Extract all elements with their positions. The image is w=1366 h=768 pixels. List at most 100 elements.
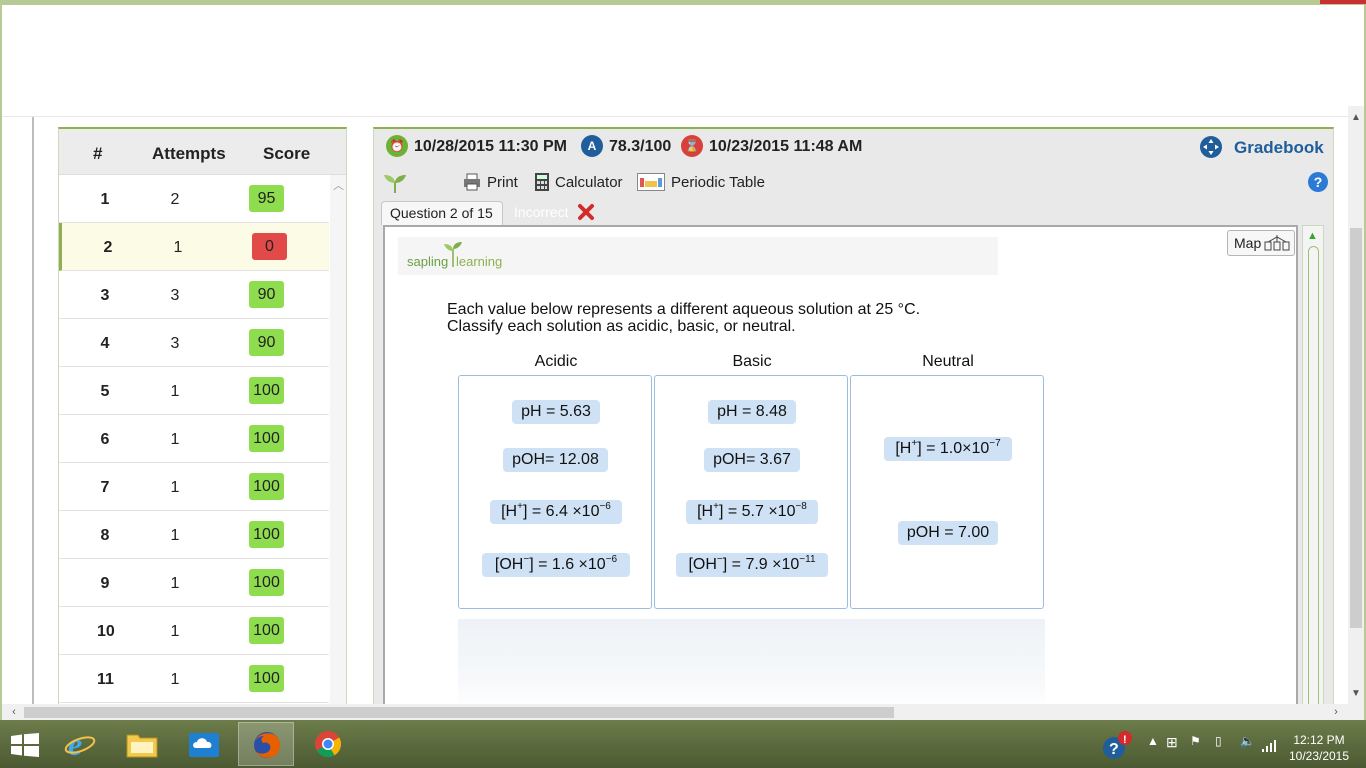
periodic-table-button[interactable]: Periodic Table <box>671 174 765 191</box>
chip-value: ] = 5.7 ×10 <box>718 503 796 520</box>
chip-text: [OH <box>494 556 524 573</box>
map-icon <box>1264 235 1290 251</box>
prompt-line-2: Classify each solution as acidic, basic,… <box>447 318 796 335</box>
gradebook-link[interactable]: Gradebook <box>1234 138 1324 158</box>
map-button[interactable]: Map <box>1227 230 1295 256</box>
chip-acidic-h[interactable]: [H+] = 6.4 ×10−6 <box>490 500 622 524</box>
taskbar-clock[interactable]: 12:12 PM 10/23/2015 <box>1286 732 1352 764</box>
score-row[interactable]: 8 1 100 <box>59 511 329 559</box>
chip-value: ] = 1.6 ×10 <box>529 556 606 573</box>
help-icon[interactable]: ? <box>1308 172 1328 192</box>
battery-icon[interactable]: ▯ <box>1215 734 1222 748</box>
score-badge: 90 <box>249 281 284 308</box>
scroll-up-icon[interactable]: ▲ <box>1307 230 1318 242</box>
vertical-scroll-thumb[interactable] <box>1350 228 1362 628</box>
score-badge: 95 <box>249 185 284 212</box>
horizontal-scroll-thumb[interactable] <box>24 707 894 718</box>
periodic-table-icon[interactable] <box>637 173 665 191</box>
grade-value: 78.3/100 <box>609 138 672 155</box>
header-attempts: Attempts <box>152 144 226 163</box>
score-row[interactable]: 7 1 100 <box>59 463 329 511</box>
chip-basic-poh[interactable]: pOH= 3.67 <box>704 448 800 472</box>
chip-basic-oh[interactable]: [OH−] = 7.9 ×10−11 <box>676 553 828 577</box>
score-badge: 100 <box>249 473 284 500</box>
chip-basic-h[interactable]: [H+] = 5.7 ×10−8 <box>686 500 818 524</box>
chip-value: ] = 6.4 ×10 <box>522 503 600 520</box>
attempts-count: 3 <box>170 335 180 352</box>
acidic-bin[interactable]: pH = 5.63 pOH= 12.08 [H+] = 6.4 ×10−6 [O… <box>458 375 652 609</box>
question-scrollbar[interactable]: ▲ <box>1302 225 1324 704</box>
volume-icon[interactable]: 🔈 <box>1240 734 1255 748</box>
tray-windows-icon[interactable]: ⊞ <box>1166 734 1178 751</box>
calculator-button[interactable]: Calculator <box>555 174 623 191</box>
header-score: Score <box>263 144 311 163</box>
svg-text:!: ! <box>1123 734 1127 746</box>
chip-neutral-h[interactable]: [H+] = 1.0×10−7 <box>884 437 1012 461</box>
notification-help-icon[interactable]: ? ! <box>1100 730 1134 760</box>
alarm-clock-icon: ⏰ <box>386 135 408 157</box>
score-row[interactable]: 1 2 95 <box>59 175 329 223</box>
chip-neutral-poh[interactable]: pOH = 7.00 <box>898 521 998 545</box>
attempts-count: 1 <box>170 623 180 640</box>
internet-explorer-icon: e <box>64 729 96 759</box>
flag-icon[interactable]: ⚑ <box>1190 734 1201 748</box>
printer-icon[interactable] <box>462 172 482 192</box>
attempts-count: 1 <box>170 431 180 448</box>
score-row[interactable]: 2 1 0 <box>59 223 329 271</box>
score-row[interactable]: 10 1 100 <box>59 607 329 655</box>
taskbar-firefox[interactable] <box>238 722 294 766</box>
chip-text: [H <box>697 503 714 520</box>
toolbar: Print Calculator Periodic Table ? <box>374 169 1333 197</box>
calculator-icon[interactable] <box>534 172 550 192</box>
vertical-scrollbar[interactable]: ▲ ▼ <box>1348 106 1364 704</box>
last-date: 10/23/2015 11:48 AM <box>709 138 863 155</box>
page-content: # Attempts Score 1 2 95 2 1 0 3 3 90 4 3 90 5 1 100 6 1 1… <box>2 117 1348 704</box>
chip-exponent: −11 <box>799 554 816 565</box>
scroll-down-arrow-icon[interactable]: ▼ <box>1348 686 1364 702</box>
chip-acidic-ph[interactable]: pH = 5.63 <box>512 400 600 424</box>
score-row[interactable]: 9 1 100 <box>59 559 329 607</box>
score-row[interactable]: 3 3 90 <box>59 271 329 319</box>
chip-acidic-oh[interactable]: [OH−] = 1.6 ×10−6 <box>482 553 630 577</box>
question-number: 5 <box>100 383 110 400</box>
network-signal-icon[interactable] <box>1262 738 1280 752</box>
scroll-left-arrow-icon[interactable]: ‹ <box>6 704 22 720</box>
chip-acidic-poh[interactable]: pOH= 12.08 <box>503 448 608 472</box>
horizontal-scrollbar[interactable]: ‹ › <box>2 704 1348 720</box>
attempts-count: 1 <box>170 527 180 544</box>
print-button[interactable]: Print <box>487 174 518 191</box>
sapling-wordmark-1: sapling <box>407 254 449 269</box>
answer-pool[interactable] <box>458 619 1045 704</box>
chip-basic-ph[interactable]: pH = 8.48 <box>708 400 796 424</box>
score-scrollbar[interactable]: ︿ <box>330 175 346 704</box>
score-badge: 100 <box>249 425 284 452</box>
taskbar-chrome[interactable] <box>300 722 356 766</box>
score-row[interactable]: 5 1 100 <box>59 367 329 415</box>
tray-expand-icon[interactable]: ▲ <box>1147 734 1159 748</box>
question-tabbar: Question 2 of 15 Incorrect <box>374 199 1333 225</box>
scroll-track[interactable] <box>1308 246 1319 704</box>
taskbar-hp-app[interactable] <box>176 722 232 766</box>
score-row[interactable]: 6 1 100 <box>59 415 329 463</box>
blank-header-area <box>2 5 1364 117</box>
question-number: 6 <box>100 431 110 448</box>
taskbar-file-explorer[interactable] <box>114 722 170 766</box>
chip-text: [OH <box>688 556 717 573</box>
scroll-up-arrow-icon[interactable]: ▲ <box>1348 110 1364 126</box>
close-button-edge[interactable] <box>1320 0 1366 4</box>
header-number: # <box>93 144 103 163</box>
scroll-right-arrow-icon[interactable]: › <box>1328 704 1344 720</box>
taskbar-internet-explorer[interactable]: e <box>52 722 108 766</box>
firefox-icon <box>254 732 281 758</box>
attempts-count: 1 <box>173 239 183 256</box>
question-number: 11 <box>97 671 114 688</box>
basic-bin[interactable]: pH = 8.48 pOH= 3.67 [H+] = 5.7 ×10−8 [OH… <box>654 375 848 609</box>
neutral-bin[interactable]: [H+] = 1.0×10−7 pOH = 7.00 <box>850 375 1044 609</box>
score-badge: 100 <box>249 377 284 404</box>
score-row[interactable]: 4 3 90 <box>59 319 329 367</box>
chevron-up-icon[interactable]: ︿ <box>333 177 344 193</box>
score-row[interactable]: 11 1 100 <box>59 655 329 703</box>
gradebook-icon[interactable] <box>1199 135 1223 159</box>
tab-question[interactable]: Question 2 of 15 <box>381 201 503 225</box>
windows-start-icon[interactable] <box>11 733 39 757</box>
